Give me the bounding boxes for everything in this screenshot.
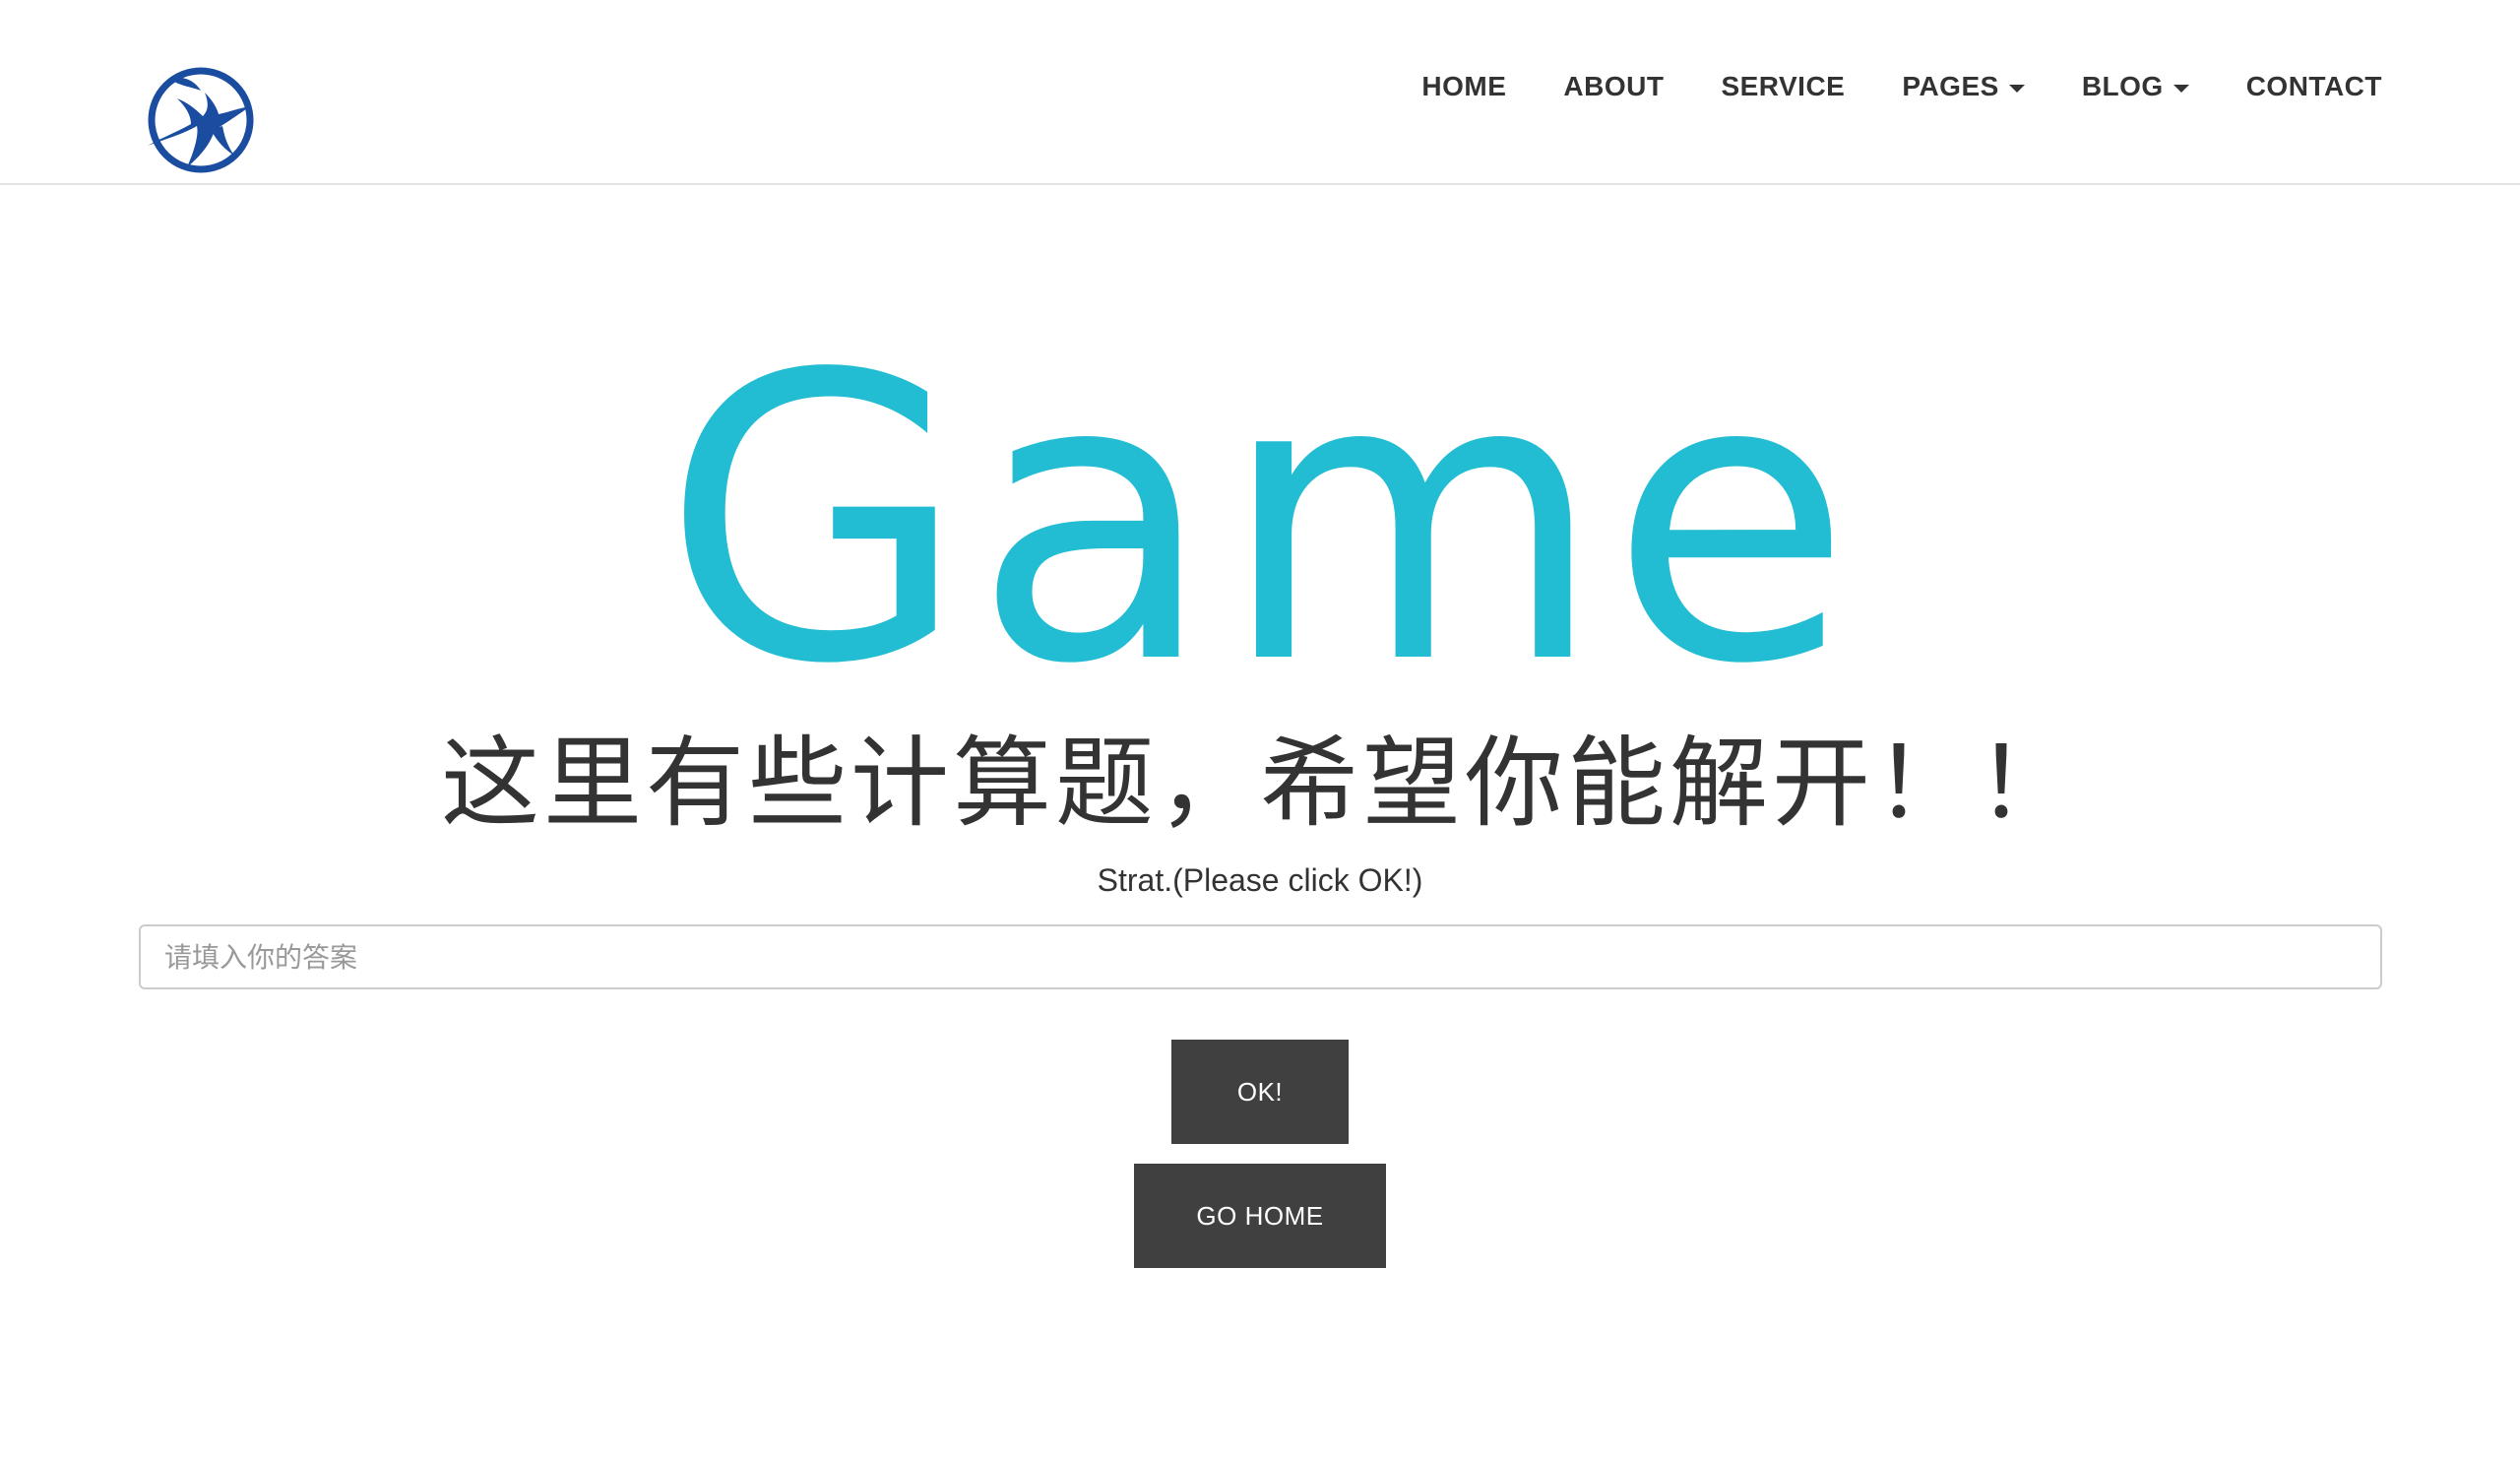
nav-contact-label: CONTACT (2245, 71, 2382, 101)
page-subtitle: 这里有些计算题，希望你能解开！！ (441, 726, 2079, 841)
caret-down-icon (2173, 85, 2189, 93)
ok-button[interactable]: OK! (1171, 1040, 1349, 1144)
nav-home-label: HOME (1421, 71, 1507, 101)
logo[interactable] (140, 65, 264, 175)
nav-pages-dropdown[interactable]: PAGES (1902, 71, 2025, 102)
nav-about[interactable]: ABOUT (1563, 71, 1664, 102)
nav-service[interactable]: SERVICE (1721, 71, 1845, 102)
nav-blog-label: BLOG (2081, 71, 2164, 101)
nav-home[interactable]: HOME (1421, 71, 1506, 102)
go-home-button[interactable]: GO HOME (1134, 1164, 1386, 1268)
nav-pages-label: PAGES (1902, 71, 1999, 101)
answer-input[interactable] (139, 924, 2382, 989)
nav-contact[interactable]: CONTACT (2246, 71, 2382, 102)
bird-logo-icon (148, 67, 254, 173)
caret-down-icon (2008, 85, 2025, 93)
nav-about-label: ABOUT (1563, 71, 1665, 101)
main-nav: HOME ABOUT SERVICE PAGES BLOG CONTACT (1421, 71, 2382, 102)
page-title: Game (662, 292, 1858, 750)
nav-blog-dropdown[interactable]: BLOG (2082, 71, 2189, 102)
navbar: HOME ABOUT SERVICE PAGES BLOG CONTACT (0, 0, 2520, 185)
game-status-text: Strat.(Please click OK!) (1097, 862, 1423, 898)
nav-service-label: SERVICE (1721, 71, 1846, 101)
